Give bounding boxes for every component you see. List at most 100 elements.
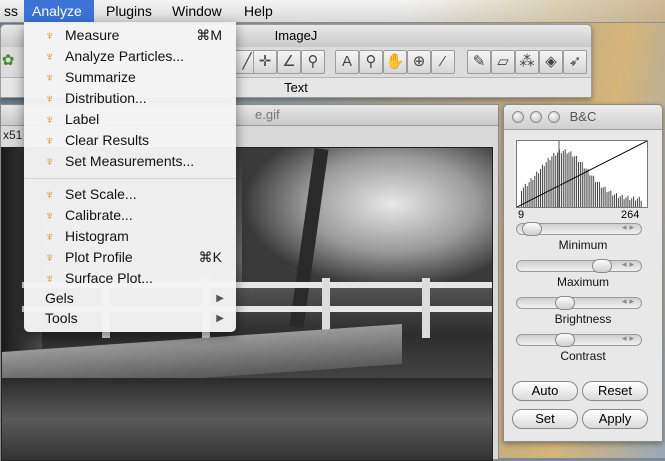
submenu-arrow-icon: ▶ [216, 313, 224, 324]
histogram-bar [627, 195, 629, 207]
slider-arrows-icon[interactable]: ◂▸ [622, 259, 637, 270]
fill-tool-icon[interactable]: ◈ [539, 50, 563, 74]
pencil-tool-icon[interactable]: ✎ [467, 50, 491, 74]
menubar-wallpaper-fade [405, 0, 665, 22]
menu-item-label-cmd[interactable]: ♆ Label [24, 109, 236, 130]
analyze-menu: ♆ Measure ⌘M ♆ Analyze Particles... ♆ Su… [24, 22, 236, 332]
histogram-bar [555, 155, 557, 207]
histogram-bar [597, 181, 598, 207]
color-picker-icon[interactable]: ✿ [0, 50, 17, 74]
menu-item-summarize[interactable]: ♆ Summarize [24, 67, 236, 88]
histogram-bar [576, 155, 578, 207]
histogram-bar [621, 194, 623, 207]
histogram-bar [530, 178, 532, 207]
spray-tool-icon[interactable]: ⁂ [515, 50, 539, 74]
menu-item-tools[interactable]: Tools ▶ [24, 308, 236, 329]
histogram-bar [534, 175, 536, 207]
menu-item-label: Gels [45, 290, 74, 306]
histogram-min-value: 9 [518, 209, 525, 221]
angle-tool-icon[interactable]: ∠ [277, 50, 301, 74]
point-tool-icon[interactable]: ✛ [253, 50, 277, 74]
menu-item-clear-results[interactable]: ♆ Clear Results [24, 130, 236, 151]
histogram-bar [566, 153, 568, 207]
menu-item-label: Distribution... [65, 90, 147, 106]
minimum-slider-thumb[interactable] [521, 222, 542, 236]
reset-button[interactable]: Reset [582, 381, 648, 401]
histogram-bar [638, 196, 640, 207]
menu-window[interactable]: Window [164, 0, 230, 22]
histogram-bar [589, 175, 591, 207]
microscope-icon: ♆ [45, 28, 55, 43]
menu-item-label: Plot Profile [65, 249, 133, 265]
photo-ground [2, 378, 492, 460]
set-button[interactable]: Set [512, 409, 578, 429]
histogram-bar [614, 194, 616, 207]
histogram-bar [585, 168, 587, 207]
photo-sky [242, 148, 492, 288]
menu-bar: ss Analyze Plugins Window Help [0, 0, 665, 23]
arrow-tool-icon[interactable]: ➶ [563, 50, 587, 74]
auto-button[interactable]: Auto [512, 381, 578, 401]
histogram-bar [536, 171, 538, 207]
brush-tool-icon[interactable]: ⁄ [431, 50, 455, 74]
menu-item-distribution[interactable]: ♆ Distribution... [24, 88, 236, 109]
histogram-bar [562, 151, 564, 207]
histogram-bar [574, 156, 576, 207]
menu-item-set-measurements[interactable]: ♆ Set Measurements... [24, 151, 236, 172]
bc-window-title: B&C [504, 105, 662, 130]
minimum-slider[interactable]: ◂▸ [516, 222, 642, 236]
slider-arrows-icon[interactable]: ◂▸ [622, 222, 637, 233]
slider-arrows-icon[interactable]: ◂▸ [622, 296, 637, 307]
histogram-bar [528, 182, 530, 207]
menu-item-histogram[interactable]: ♆ Histogram [24, 226, 236, 247]
close-window-button[interactable] [512, 111, 524, 123]
microscope-icon: ♆ [45, 271, 55, 286]
submenu-arrow-icon: ▶ [216, 293, 224, 304]
histogram-bar [583, 168, 585, 207]
histogram-bar [545, 162, 547, 207]
microscope-icon: ♆ [45, 49, 55, 64]
menu-item-surface-plot[interactable]: ♆ Surface Plot... [24, 268, 236, 289]
contrast-label: Contrast [560, 349, 606, 363]
contrast-slider-thumb[interactable] [554, 333, 575, 347]
menu-item-label: Histogram [65, 228, 129, 244]
menu-item-set-scale[interactable]: ♆ Set Scale... [24, 184, 236, 205]
brightness-slider-thumb[interactable] [554, 296, 575, 310]
dropper-tool-icon[interactable]: ⊕ [407, 50, 431, 74]
maximum-slider[interactable]: ◂▸ [516, 259, 642, 273]
histogram-bar [557, 152, 559, 207]
menu-help[interactable]: Help [236, 0, 281, 22]
histogram-bar [635, 200, 636, 207]
menu-item-plot-profile[interactable]: ♆ Plot Profile ⌘K [24, 247, 236, 268]
minimize-window-button[interactable] [530, 111, 542, 123]
menu-item-measure[interactable]: ♆ Measure ⌘M [24, 25, 236, 46]
contrast-slider[interactable]: ◂▸ [516, 333, 642, 347]
maximum-slider-thumb[interactable] [592, 259, 613, 273]
histogram-bar [568, 152, 570, 207]
histogram-max-value: 264 [621, 209, 640, 221]
menu-prev-item[interactable]: ss [0, 0, 26, 22]
histogram-bar [600, 187, 602, 207]
brightness-label: Brightness [554, 312, 612, 326]
menu-item-label: Set Scale... [65, 186, 137, 202]
histogram-bar [636, 198, 638, 207]
menu-item-gels[interactable]: Gels ▶ [24, 288, 236, 309]
eraser-tool-icon[interactable]: ▱ [491, 50, 515, 74]
wand-tool-icon[interactable]: ⚲ [301, 50, 325, 74]
magnifier-icon[interactable]: ⚲ [359, 50, 383, 74]
text-tool-icon[interactable]: A [335, 50, 359, 74]
menu-item-label: Label [65, 111, 100, 127]
histogram-bar [598, 181, 600, 207]
histogram-bar [543, 166, 545, 207]
menu-item-label: Surface Plot... [65, 270, 153, 286]
apply-button[interactable]: Apply [582, 409, 648, 429]
zoom-window-button[interactable] [548, 111, 560, 123]
histogram-bar [625, 197, 627, 207]
menu-analyze[interactable]: Analyze [24, 0, 94, 22]
hand-tool-icon[interactable]: ✋ [383, 50, 407, 74]
slider-arrows-icon[interactable]: ◂▸ [622, 333, 637, 344]
menu-item-analyze-particles[interactable]: ♆ Analyze Particles... [24, 46, 236, 67]
brightness-slider[interactable]: ◂▸ [516, 296, 642, 310]
menu-item-calibrate[interactable]: ♆ Calibrate... [24, 205, 236, 226]
menu-plugins[interactable]: Plugins [98, 0, 160, 22]
